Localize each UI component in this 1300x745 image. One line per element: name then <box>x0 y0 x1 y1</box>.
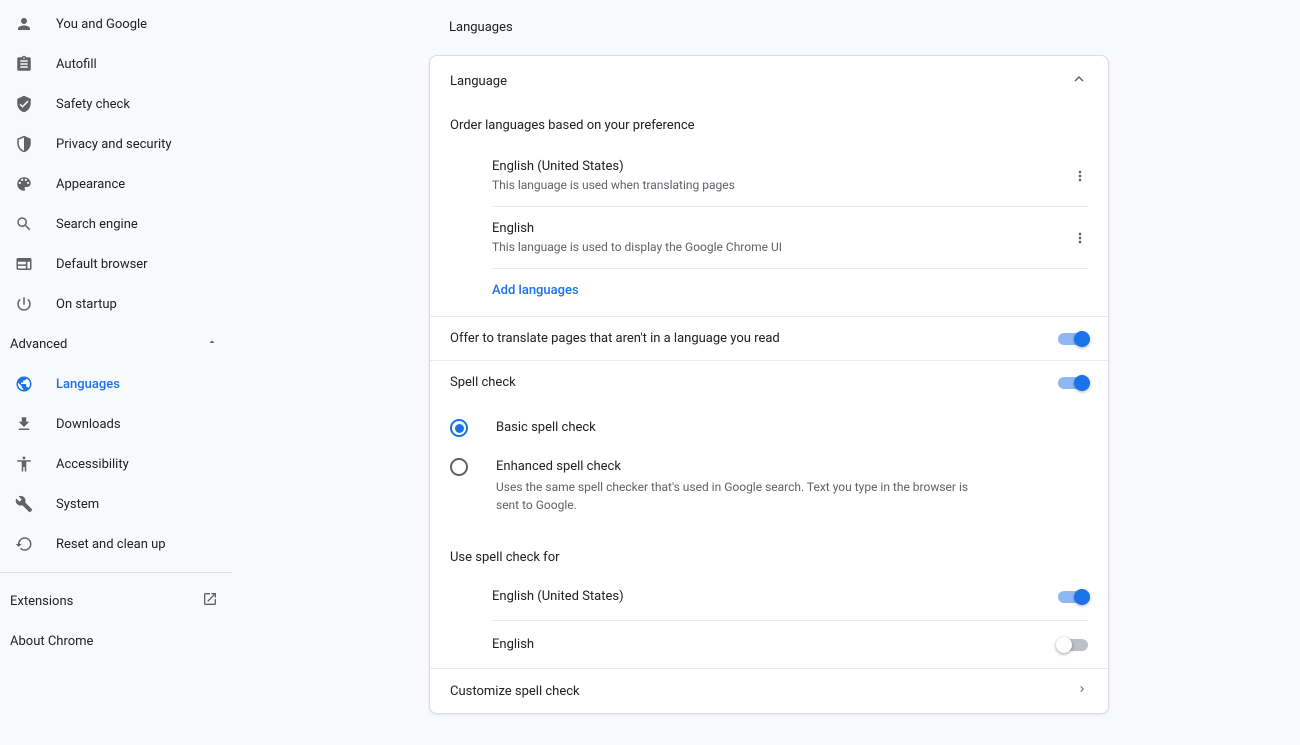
spellcheck-lang-toggle[interactable] <box>1058 639 1088 651</box>
spellcheck-lang-toggle[interactable] <box>1058 591 1088 603</box>
about-label: About Chrome <box>10 634 93 649</box>
language-name: English <box>492 221 782 236</box>
power-icon <box>14 294 34 314</box>
spellcheck-radio-group: Basic spell check Enhanced spell check U… <box>430 404 1108 540</box>
sidebar-item-label: Autofill <box>56 57 97 72</box>
sidebar-item-search-engine[interactable]: Search engine <box>0 204 238 244</box>
sidebar-item-reset[interactable]: Reset and clean up <box>0 524 238 564</box>
radio-basic-spellcheck[interactable]: Basic spell check <box>450 410 1088 449</box>
sidebar-item-extensions[interactable]: Extensions <box>0 581 238 621</box>
sidebar-item-label: System <box>56 497 99 512</box>
globe-icon <box>14 374 34 394</box>
language-desc: This language is used to display the Goo… <box>492 240 782 254</box>
shield-icon <box>14 134 34 154</box>
palette-icon <box>14 174 34 194</box>
sidebar-item-label: Reset and clean up <box>56 537 166 552</box>
languages-card: Language Order languages based on your p… <box>429 55 1109 714</box>
language-item: English This language is used to display… <box>492 207 1088 269</box>
translate-offer-toggle[interactable] <box>1058 333 1088 345</box>
radio-icon <box>450 419 470 439</box>
restore-icon <box>14 534 34 554</box>
language-name: English (United States) <box>492 159 735 174</box>
advanced-label: Advanced <box>10 337 67 352</box>
customize-spellcheck-label: Customize spell check <box>450 684 580 699</box>
sidebar-advanced-toggle[interactable]: Advanced <box>0 324 238 364</box>
spellcheck-header-label: Spell check <box>450 375 516 390</box>
wrench-icon <box>14 494 34 514</box>
radio-basic-label: Basic spell check <box>496 420 596 435</box>
sidebar-item-label: Default browser <box>56 257 148 272</box>
sidebar-item-label: Appearance <box>56 177 125 192</box>
sidebar-item-about[interactable]: About Chrome <box>0 621 238 661</box>
download-icon <box>14 414 34 434</box>
sidebar-item-label: Search engine <box>56 217 138 232</box>
use-spellcheck-for-label: Use spell check for <box>430 540 1108 573</box>
extensions-label: Extensions <box>10 594 73 609</box>
sidebar-item-appearance[interactable]: Appearance <box>0 164 238 204</box>
order-preference-text: Order languages based on your preference <box>430 106 1108 145</box>
radio-enhanced-spellcheck[interactable]: Enhanced spell check Uses the same spell… <box>450 449 1088 524</box>
sidebar-item-label: On startup <box>56 297 117 312</box>
main-content: Languages Language Order languages based… <box>238 0 1300 745</box>
spellcheck-language-item: English (United States) <box>492 573 1088 621</box>
sidebar-item-you-and-google[interactable]: You and Google <box>0 4 238 44</box>
web-icon <box>14 254 34 274</box>
language-desc: This language is used when translating p… <box>492 178 735 192</box>
sidebar-item-safety-check[interactable]: Safety check <box>0 84 238 124</box>
sidebar-divider <box>0 572 232 573</box>
radio-enhanced-label: Enhanced spell check <box>496 459 976 474</box>
page-title: Languages <box>429 20 1109 35</box>
settings-sidebar: You and Google Autofill Safety check Pri… <box>0 0 238 745</box>
content-column: Languages Language Order languages based… <box>429 20 1109 714</box>
sidebar-item-label: Languages <box>56 377 120 392</box>
spellcheck-header-row: Spell check <box>430 360 1108 404</box>
sidebar-item-default-browser[interactable]: Default browser <box>0 244 238 284</box>
translate-offer-row: Offer to translate pages that aren't in … <box>430 316 1108 360</box>
language-item: English (United States) This language is… <box>492 145 1088 207</box>
sidebar-item-on-startup[interactable]: On startup <box>0 284 238 324</box>
language-list: English (United States) This language is… <box>430 145 1108 316</box>
chevron-right-icon <box>1076 683 1088 699</box>
sidebar-item-label: Safety check <box>56 97 130 112</box>
clipboard-icon <box>14 54 34 74</box>
more-vert-icon[interactable] <box>1072 230 1088 246</box>
spellcheck-language-name: English <box>492 637 534 652</box>
more-vert-icon[interactable] <box>1072 168 1088 184</box>
sidebar-item-privacy[interactable]: Privacy and security <box>0 124 238 164</box>
shield-check-icon <box>14 94 34 114</box>
search-icon <box>14 214 34 234</box>
chevron-up-icon <box>1070 70 1088 92</box>
sidebar-item-label: Accessibility <box>56 457 129 472</box>
spellcheck-language-name: English (United States) <box>492 589 624 604</box>
radio-icon <box>450 458 470 478</box>
open-in-new-icon <box>202 591 218 611</box>
sidebar-item-downloads[interactable]: Downloads <box>0 404 238 444</box>
spellcheck-language-list: English (United States) English <box>430 573 1108 668</box>
sidebar-item-languages[interactable]: Languages <box>0 364 238 404</box>
add-languages-link[interactable]: Add languages <box>492 269 1088 312</box>
language-header-label: Language <box>450 74 507 89</box>
language-section-header[interactable]: Language <box>430 56 1108 106</box>
person-icon <box>14 14 34 34</box>
spellcheck-language-item: English <box>492 621 1088 668</box>
sidebar-item-accessibility[interactable]: Accessibility <box>0 444 238 484</box>
sidebar-item-label: You and Google <box>56 17 147 32</box>
translate-offer-label: Offer to translate pages that aren't in … <box>450 331 780 346</box>
chevron-up-icon <box>206 336 218 352</box>
radio-enhanced-desc: Uses the same spell checker that's used … <box>496 478 976 514</box>
sidebar-item-system[interactable]: System <box>0 484 238 524</box>
sidebar-item-label: Privacy and security <box>56 137 172 152</box>
sidebar-item-autofill[interactable]: Autofill <box>0 44 238 84</box>
customize-spellcheck-row[interactable]: Customize spell check <box>430 668 1108 713</box>
sidebar-item-label: Downloads <box>56 417 121 432</box>
spellcheck-toggle[interactable] <box>1058 377 1088 389</box>
accessibility-icon <box>14 454 34 474</box>
